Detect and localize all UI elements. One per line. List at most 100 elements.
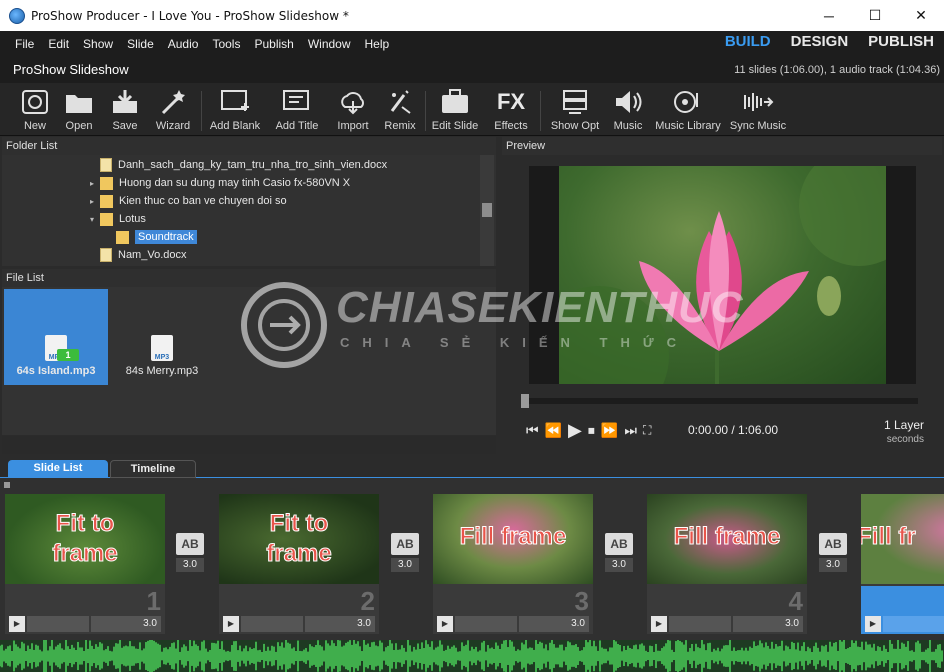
folder-row-label: Kien thuc co ban ve chuyen doi so [119, 195, 287, 207]
collapse-arrow-icon[interactable]: ▾ [90, 215, 100, 224]
tab-slide-list[interactable]: Slide List [8, 460, 108, 478]
wizard-button[interactable]: Wizard [150, 87, 196, 132]
transition-duration[interactable]: 3.0 [391, 558, 419, 572]
rewind-icon[interactable]: ⏪ [545, 422, 562, 439]
slide-duration[interactable]: 3.0 [91, 616, 161, 632]
transition-duration[interactable]: 3.0 [605, 558, 633, 572]
slide-1[interactable]: Fit to frame 1 ▶ 3.0 [5, 494, 165, 634]
menu-file[interactable]: File [8, 37, 41, 51]
audio-waveform-track[interactable] [0, 640, 944, 672]
slide-thumbnail: Fill frame [647, 494, 807, 584]
transition-ab-icon[interactable]: AB [605, 533, 633, 555]
sync-music-button[interactable]: Sync Music [728, 87, 788, 132]
mode-build[interactable]: BUILD [725, 33, 771, 50]
open-folder-icon [63, 87, 95, 117]
preview-header: Preview [502, 137, 942, 156]
add-blank-button[interactable]: Add Blank [208, 87, 262, 132]
add-title-button[interactable]: Add Title [272, 87, 322, 132]
menu-audio[interactable]: Audio [161, 37, 206, 51]
folder-row[interactable]: Nam_Vo.docx [90, 246, 186, 264]
folder-row-selected[interactable]: Soundtrack [116, 228, 197, 246]
edit-slide-button[interactable]: Edit Slide [430, 87, 480, 132]
folder-row[interactable]: ▸ Kien thuc co ban ve chuyen doi so [90, 192, 287, 210]
lotus-flower-image [529, 166, 916, 384]
skip-to-end-icon[interactable]: ⏭ [624, 422, 637, 439]
transition-ab-icon[interactable]: AB [819, 533, 847, 555]
minimize-button[interactable]: ─ [806, 0, 852, 31]
open-button[interactable]: Open [58, 87, 100, 132]
play-slide-icon[interactable]: ▶ [865, 616, 881, 632]
tab-timeline[interactable]: Timeline [110, 460, 196, 478]
slide-duration[interactable]: 3.0 [519, 616, 589, 632]
stop-icon[interactable]: ⏹ [588, 422, 595, 439]
slide-3[interactable]: Fill frame 3 ▶ 3.0 [433, 494, 593, 634]
preview-seek-bar[interactable] [521, 394, 918, 408]
menu-window[interactable]: Window [301, 37, 358, 51]
play-slide-icon[interactable]: ▶ [223, 616, 239, 632]
menu-help[interactable]: Help [358, 37, 397, 51]
new-button[interactable]: New [12, 87, 58, 132]
play-icon[interactable]: ▶ [568, 420, 582, 441]
folder-list-scrollbar[interactable] [480, 155, 494, 266]
play-slide-icon[interactable]: ▶ [437, 616, 453, 632]
transition-ab-icon[interactable]: AB [391, 533, 419, 555]
seek-handle[interactable] [521, 394, 529, 408]
menu-edit[interactable]: Edit [41, 37, 76, 51]
music-button[interactable]: Music [608, 87, 648, 132]
menu-publish[interactable]: Publish [247, 37, 300, 51]
folder-row[interactable]: Danh_sach_dang_ky_tam_tru_nha_tro_sinh_v… [90, 156, 387, 174]
show-summary: 11 slides (1:06.00), 1 audio track (1:04… [734, 64, 940, 76]
skip-to-start-icon[interactable]: ⏮ [526, 422, 539, 439]
open-label: Open [65, 120, 93, 132]
close-button[interactable]: ✕ [898, 0, 944, 31]
panel-splitter[interactable] [2, 436, 496, 454]
slide-control-bar: ▶ [865, 616, 944, 632]
effects-button[interactable]: FX Effects [490, 87, 532, 132]
transition-ab-icon[interactable]: AB [176, 533, 204, 555]
expand-arrow-icon[interactable]: ▸ [90, 179, 100, 188]
menu-tools[interactable]: Tools [205, 37, 247, 51]
fx-icon: FX [496, 89, 526, 114]
maximize-button[interactable]: ☐ [852, 0, 898, 31]
import-button[interactable]: Import [332, 87, 374, 132]
main-toolbar: New Open Save Wizard Add Blank Add Title… [0, 83, 944, 136]
new-label: New [23, 120, 46, 132]
mode-design[interactable]: DESIGN [791, 33, 849, 50]
transition-2[interactable]: AB 3.0 [389, 533, 421, 572]
slide-4[interactable]: Fill frame 4 ▶ 3.0 [647, 494, 807, 634]
slide-2[interactable]: Fit to frame 2 ▶ 3.0 [219, 494, 379, 634]
show-options-button[interactable]: Show Opt [548, 87, 602, 132]
remix-button[interactable]: Remix [380, 87, 420, 132]
slide-duration[interactable]: 3.0 [305, 616, 375, 632]
transition-4[interactable]: AB 3.0 [817, 533, 849, 572]
transition-1[interactable]: AB 3.0 [174, 533, 206, 572]
play-slide-icon[interactable]: ▶ [9, 616, 25, 632]
folder-row[interactable]: ▸ Huong dan su dung may tinh Casio fx-58… [90, 174, 350, 192]
wizard-wand-icon [157, 87, 189, 117]
fast-forward-icon[interactable]: ⏩ [601, 422, 618, 439]
fullscreen-icon[interactable]: ⛶ [643, 423, 651, 438]
transition-duration[interactable]: 3.0 [176, 558, 204, 572]
expand-arrow-icon[interactable]: ▸ [90, 197, 100, 206]
file-item[interactable]: MP3 84s Merry.mp3 [110, 289, 214, 385]
file-name: 84s Merry.mp3 [125, 365, 199, 377]
slide-duration[interactable]: 3.0 [733, 616, 803, 632]
menu-slide[interactable]: Slide [120, 37, 161, 51]
mp3-file-icon: MP3 [151, 335, 173, 361]
mode-publish[interactable]: PUBLISH [868, 33, 934, 50]
title-bar: ProShow Producer - I Love You - ProShow … [0, 0, 944, 31]
folder-row[interactable]: ▾ Lotus [90, 210, 146, 228]
folder-list-header: Folder List [2, 137, 496, 156]
transition-duration[interactable]: 3.0 [819, 558, 847, 572]
slide-number: 4 [788, 586, 803, 616]
menu-show[interactable]: Show [76, 37, 120, 51]
transition-3[interactable]: AB 3.0 [603, 533, 635, 572]
folder-row-label: Huong dan su dung may tinh Casio fx-580V… [119, 177, 351, 189]
music-library-button[interactable]: Music Library [654, 87, 722, 132]
file-item[interactable]: MP3 1 64s Island.mp3 [4, 289, 108, 385]
play-slide-icon[interactable]: ▶ [651, 616, 667, 632]
toolbar-divider [425, 91, 426, 131]
slide-5[interactable]: Fill fr ▶ [861, 494, 944, 634]
save-button[interactable]: Save [104, 87, 146, 132]
scrollbar-thumb[interactable] [482, 203, 492, 217]
